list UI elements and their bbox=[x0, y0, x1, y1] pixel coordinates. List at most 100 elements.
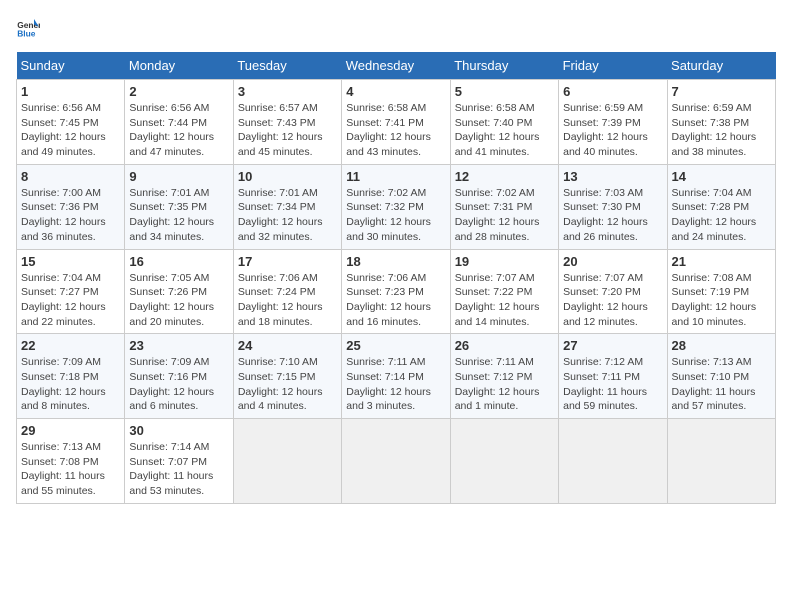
day-info: Sunrise: 7:07 AM Sunset: 7:22 PM Dayligh… bbox=[455, 271, 554, 330]
day-cell: 29Sunrise: 7:13 AM Sunset: 7:08 PM Dayli… bbox=[17, 419, 125, 504]
day-cell: 13 Sunrise: 7:03 AM Sunset: 7:30 PM Dayli… bbox=[559, 164, 667, 249]
day-info: Sunrise: 7:04 AM Sunset: 7:28 PM Dayligh… bbox=[672, 186, 771, 245]
day-cell bbox=[559, 419, 667, 504]
day-info: Sunrise: 7:09 AM Sunset: 7:18 PM Dayligh… bbox=[21, 355, 120, 414]
day-cell: 9 Sunrise: 7:01 AM Sunset: 7:35 PM Daylig… bbox=[125, 164, 233, 249]
day-number: 2 bbox=[129, 84, 228, 99]
day-info: Sunrise: 6:58 AM Sunset: 7:40 PM Dayligh… bbox=[455, 101, 554, 160]
week-row-5: 29Sunrise: 7:13 AM Sunset: 7:08 PM Dayli… bbox=[17, 419, 776, 504]
day-cell bbox=[342, 419, 450, 504]
day-info: Sunrise: 6:59 AM Sunset: 7:39 PM Dayligh… bbox=[563, 101, 662, 160]
day-cell: 30Sunrise: 7:14 AM Sunset: 7:07 PM Dayli… bbox=[125, 419, 233, 504]
day-cell: 17Sunrise: 7:06 AM Sunset: 7:24 PM Dayli… bbox=[233, 249, 341, 334]
day-cell: 11 Sunrise: 7:02 AM Sunset: 7:32 PM Dayli… bbox=[342, 164, 450, 249]
column-header-saturday: Saturday bbox=[667, 52, 775, 80]
day-number: 22 bbox=[21, 338, 120, 353]
day-info: Sunrise: 7:01 AM Sunset: 7:34 PM Dayligh… bbox=[238, 186, 337, 245]
day-number: 28 bbox=[672, 338, 771, 353]
day-number: 29 bbox=[21, 423, 120, 438]
day-number: 14 bbox=[672, 169, 771, 184]
day-info: Sunrise: 7:09 AM Sunset: 7:16 PM Dayligh… bbox=[129, 355, 228, 414]
day-number: 24 bbox=[238, 338, 337, 353]
day-cell: 2 Sunrise: 6:56 AM Sunset: 7:44 PM Daylig… bbox=[125, 80, 233, 165]
column-header-sunday: Sunday bbox=[17, 52, 125, 80]
day-cell: 25 Sunrise: 7:11 AM Sunset: 7:14 PM Dayli… bbox=[342, 334, 450, 419]
day-info: Sunrise: 7:13 AM Sunset: 7:10 PM Dayligh… bbox=[672, 355, 771, 414]
day-cell: 15Sunrise: 7:04 AM Sunset: 7:27 PM Dayli… bbox=[17, 249, 125, 334]
logo: General Blue bbox=[16, 16, 44, 40]
day-number: 6 bbox=[563, 84, 662, 99]
day-cell: 19 Sunrise: 7:07 AM Sunset: 7:22 PM Dayli… bbox=[450, 249, 558, 334]
day-number: 19 bbox=[455, 254, 554, 269]
column-header-monday: Monday bbox=[125, 52, 233, 80]
column-header-wednesday: Wednesday bbox=[342, 52, 450, 80]
column-header-thursday: Thursday bbox=[450, 52, 558, 80]
day-cell: 16 Sunrise: 7:05 AM Sunset: 7:26 PM Dayli… bbox=[125, 249, 233, 334]
column-header-friday: Friday bbox=[559, 52, 667, 80]
day-cell: 18Sunrise: 7:06 AM Sunset: 7:23 PM Dayli… bbox=[342, 249, 450, 334]
day-number: 27 bbox=[563, 338, 662, 353]
day-info: Sunrise: 6:56 AM Sunset: 7:45 PM Dayligh… bbox=[21, 101, 120, 160]
week-row-2: 8Sunrise: 7:00 AM Sunset: 7:36 PM Daylig… bbox=[17, 164, 776, 249]
day-number: 26 bbox=[455, 338, 554, 353]
day-cell: 22 Sunrise: 7:09 AM Sunset: 7:18 PM Dayli… bbox=[17, 334, 125, 419]
day-info: Sunrise: 6:56 AM Sunset: 7:44 PM Dayligh… bbox=[129, 101, 228, 160]
day-number: 5 bbox=[455, 84, 554, 99]
day-number: 13 bbox=[563, 169, 662, 184]
day-cell bbox=[450, 419, 558, 504]
day-number: 30 bbox=[129, 423, 228, 438]
day-number: 15 bbox=[21, 254, 120, 269]
day-cell: 5 Sunrise: 6:58 AM Sunset: 7:40 PM Daylig… bbox=[450, 80, 558, 165]
day-info: Sunrise: 7:06 AM Sunset: 7:24 PM Dayligh… bbox=[238, 271, 337, 330]
day-info: Sunrise: 6:59 AM Sunset: 7:38 PM Dayligh… bbox=[672, 101, 771, 160]
day-cell: 1 Sunrise: 6:56 AM Sunset: 7:45 PM Daylig… bbox=[17, 80, 125, 165]
day-info: Sunrise: 7:10 AM Sunset: 7:15 PM Dayligh… bbox=[238, 355, 337, 414]
day-info: Sunrise: 6:58 AM Sunset: 7:41 PM Dayligh… bbox=[346, 101, 445, 160]
day-info: Sunrise: 7:00 AM Sunset: 7:36 PM Dayligh… bbox=[21, 186, 120, 245]
day-info: Sunrise: 7:12 AM Sunset: 7:11 PM Dayligh… bbox=[563, 355, 662, 414]
day-info: Sunrise: 7:11 AM Sunset: 7:14 PM Dayligh… bbox=[346, 355, 445, 414]
day-info: Sunrise: 7:05 AM Sunset: 7:26 PM Dayligh… bbox=[129, 271, 228, 330]
day-cell bbox=[667, 419, 775, 504]
day-number: 3 bbox=[238, 84, 337, 99]
day-info: Sunrise: 7:02 AM Sunset: 7:31 PM Dayligh… bbox=[455, 186, 554, 245]
day-info: Sunrise: 7:01 AM Sunset: 7:35 PM Dayligh… bbox=[129, 186, 228, 245]
day-info: Sunrise: 7:07 AM Sunset: 7:20 PM Dayligh… bbox=[563, 271, 662, 330]
day-cell bbox=[233, 419, 341, 504]
day-number: 21 bbox=[672, 254, 771, 269]
day-cell: 6 Sunrise: 6:59 AM Sunset: 7:39 PM Daylig… bbox=[559, 80, 667, 165]
day-info: Sunrise: 7:02 AM Sunset: 7:32 PM Dayligh… bbox=[346, 186, 445, 245]
day-info: Sunrise: 7:03 AM Sunset: 7:30 PM Dayligh… bbox=[563, 186, 662, 245]
day-number: 4 bbox=[346, 84, 445, 99]
day-number: 10 bbox=[238, 169, 337, 184]
day-number: 12 bbox=[455, 169, 554, 184]
column-header-tuesday: Tuesday bbox=[233, 52, 341, 80]
svg-text:Blue: Blue bbox=[17, 28, 36, 38]
week-row-3: 15Sunrise: 7:04 AM Sunset: 7:27 PM Dayli… bbox=[17, 249, 776, 334]
day-number: 7 bbox=[672, 84, 771, 99]
day-cell: 23 Sunrise: 7:09 AM Sunset: 7:16 PM Dayli… bbox=[125, 334, 233, 419]
day-number: 20 bbox=[563, 254, 662, 269]
day-cell: 27 Sunrise: 7:12 AM Sunset: 7:11 PM Dayli… bbox=[559, 334, 667, 419]
page-header: General Blue bbox=[16, 16, 776, 40]
day-cell: 8Sunrise: 7:00 AM Sunset: 7:36 PM Daylig… bbox=[17, 164, 125, 249]
day-number: 23 bbox=[129, 338, 228, 353]
day-cell: 20 Sunrise: 7:07 AM Sunset: 7:20 PM Dayli… bbox=[559, 249, 667, 334]
day-number: 1 bbox=[21, 84, 120, 99]
day-number: 25 bbox=[346, 338, 445, 353]
day-number: 9 bbox=[129, 169, 228, 184]
day-cell: 7 Sunrise: 6:59 AM Sunset: 7:38 PM Daylig… bbox=[667, 80, 775, 165]
day-number: 16 bbox=[129, 254, 228, 269]
week-row-1: 1 Sunrise: 6:56 AM Sunset: 7:45 PM Daylig… bbox=[17, 80, 776, 165]
week-row-4: 22 Sunrise: 7:09 AM Sunset: 7:18 PM Dayli… bbox=[17, 334, 776, 419]
day-cell: 21Sunrise: 7:08 AM Sunset: 7:19 PM Dayli… bbox=[667, 249, 775, 334]
day-cell: 10 Sunrise: 7:01 AM Sunset: 7:34 PM Dayli… bbox=[233, 164, 341, 249]
day-cell: 4 Sunrise: 6:58 AM Sunset: 7:41 PM Daylig… bbox=[342, 80, 450, 165]
day-info: Sunrise: 6:57 AM Sunset: 7:43 PM Dayligh… bbox=[238, 101, 337, 160]
day-cell: 12 Sunrise: 7:02 AM Sunset: 7:31 PM Dayli… bbox=[450, 164, 558, 249]
day-cell: 26Sunrise: 7:11 AM Sunset: 7:12 PM Dayli… bbox=[450, 334, 558, 419]
day-number: 11 bbox=[346, 169, 445, 184]
day-cell: 28 Sunrise: 7:13 AM Sunset: 7:10 PM Dayli… bbox=[667, 334, 775, 419]
day-info: Sunrise: 7:06 AM Sunset: 7:23 PM Dayligh… bbox=[346, 271, 445, 330]
day-cell: 14 Sunrise: 7:04 AM Sunset: 7:28 PM Dayli… bbox=[667, 164, 775, 249]
